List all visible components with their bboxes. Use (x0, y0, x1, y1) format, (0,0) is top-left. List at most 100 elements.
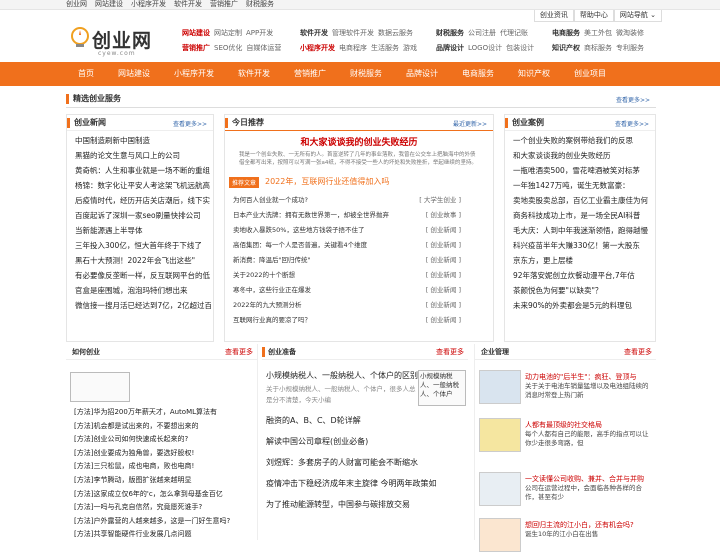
corp-item-title[interactable]: 一文读懂公司收购、兼并、合并与并购 (525, 474, 650, 484)
nav-game[interactable]: 游戏 (403, 41, 417, 56)
prep-item[interactable]: 融资的A、B、C、D轮详解 (266, 415, 361, 426)
list-item[interactable]: [方法]三只松鼠，成也电商，败也电商! (74, 460, 254, 474)
list-item[interactable]: 茶颜悦色为何要"以缺卖"？ (513, 283, 653, 298)
main-nav-home[interactable]: 首页 (66, 62, 106, 86)
nav-finance[interactable]: 财税服务 (436, 26, 464, 41)
corp-thumb-2[interactable] (479, 418, 521, 452)
main-nav-marketing[interactable]: 营销推广 (282, 62, 338, 86)
nav-miniapp[interactable]: 小程序开发 (300, 41, 335, 56)
list-item[interactable]: 想回归主流的江小白，还有机会吗? 诞生10年的江小白在出售 (525, 520, 650, 539)
prep-item[interactable]: 解读中国公司章程(创业必备) (266, 436, 368, 447)
howto-image[interactable] (70, 372, 130, 402)
nav-seo[interactable]: SEO优化 (214, 41, 242, 56)
list-item[interactable]: 官盒是座围城，泡泡玛特们想出来 (75, 283, 211, 298)
list-item[interactable]: 动力电池的"后半生"：疯狂、登顶与 关于关于电池车销量猛增以及电池组陆续的消息时… (525, 372, 650, 400)
recommend-more-link[interactable]: 最近更新>> (453, 119, 487, 128)
top-link-sitemap[interactable]: 网站导航 ⌄ (613, 10, 662, 22)
list-item[interactable]: [方法]创业要成为独角兽，要选好股权! (74, 447, 254, 461)
prep-headline[interactable]: 小规模纳税人、一般纳税人、个体户的区别 (266, 370, 421, 381)
list-item[interactable]: 92年落安妮创立炊餐动漫平台,7年估 (513, 268, 653, 283)
top-link-home[interactable]: 创业网 (66, 0, 87, 9)
top-link-software[interactable]: 软件开发 (174, 0, 202, 9)
item-category[interactable]: [ 创业新闻 ] (426, 298, 461, 313)
list-item[interactable]: 未来90%的外卖都会是5元的料理包 (513, 298, 653, 313)
list-item[interactable]: 和大家谈谈我的创业失败经历 (513, 148, 653, 163)
nav-art-outsource[interactable]: 美工外包 (584, 26, 612, 41)
list-item[interactable]: 日本产业大洗牌：拥有无数世界第一，却被全世界抛弃 [ 创业故事 ] (233, 208, 461, 223)
nav-bookkeeping[interactable]: 代理记账 (500, 26, 528, 41)
list-item[interactable]: 黄奇帆：人生和事业就是一场不断的重组 (75, 163, 211, 178)
list-item[interactable]: [方法]一吗与孔克自信然，究竟愿死谁手? (74, 501, 254, 515)
nav-ip[interactable]: 知识产权 (552, 41, 580, 56)
top-link-website[interactable]: 网站建设 (95, 0, 123, 9)
prep-item[interactable]: 刘煜辉：多套房子的人财富可能会不断缩水 (266, 457, 418, 468)
item-category[interactable]: [ 创业新闻 ] (426, 223, 461, 238)
nav-marketing[interactable]: 营销推广 (182, 41, 210, 56)
list-item[interactable]: 科兴疫苗半年大赚330亿！第一大股东 (513, 238, 653, 253)
nav-company-reg[interactable]: 公司注册 (468, 26, 496, 41)
corp-item-title[interactable]: 想回归主流的江小白，还有机会吗? (525, 520, 650, 530)
list-item[interactable]: 百度起诉了深圳一家seo刷量快排公司 (75, 208, 211, 223)
prep-more-link[interactable]: 查看更多 (436, 347, 464, 357)
item-category[interactable]: [ 创业新闻 ] (426, 238, 461, 253)
main-nav-miniapp[interactable]: 小程序开发 (162, 62, 226, 86)
list-item[interactable]: 有必要像反垄断一样，反互联网平台的低 (75, 268, 211, 283)
main-nav-projects[interactable]: 创业项目 (562, 62, 618, 86)
nav-trademark[interactable]: 商标服务 (584, 41, 612, 56)
list-item[interactable]: [方法]创业公司如何快速成长起来的? (74, 433, 254, 447)
list-item[interactable]: 黑石十大预测！2022年会飞出这些" (75, 253, 211, 268)
list-item[interactable]: 京东方，更上层楼 (513, 253, 653, 268)
nav-ecom-app[interactable]: 电商程序 (339, 41, 367, 56)
howto-more-link[interactable]: 查看更多 (225, 347, 253, 357)
item-category[interactable]: [ 创业故事 ] (426, 208, 461, 223)
corp-thumb-1[interactable] (479, 370, 521, 404)
list-item[interactable]: 中国制造刷新中国制造 (75, 133, 211, 148)
nav-shop-decor[interactable]: 微淘装修 (616, 26, 644, 41)
list-item[interactable]: 微信接一搜月活已经达到7亿，2亿超过百 (75, 298, 211, 313)
news-more-link[interactable]: 查看更多>> (173, 119, 207, 128)
main-nav-ecommerce[interactable]: 电商服务 (450, 62, 506, 86)
list-item[interactable]: 商务科技成功上市，是一场全民AI科普 (513, 208, 653, 223)
main-nav-brand[interactable]: 品牌设计 (394, 62, 450, 86)
top-link-help[interactable]: 帮助中心 (573, 10, 614, 22)
corp-item-title[interactable]: 人都有最顶级的社交格局 (525, 420, 650, 430)
prep-item[interactable]: 为了推动能源转型，中国参与碳排放交易 (266, 499, 410, 510)
nav-package-design[interactable]: 包装设计 (506, 41, 534, 56)
item-category[interactable]: [ 创业新闻 ] (426, 313, 461, 328)
list-item[interactable]: [方法]机会都是试出来的，不要想出来的 (74, 420, 254, 434)
recommend-headline[interactable]: 和大家谈谈我的创业失败经历 (225, 135, 493, 148)
prep-item[interactable]: 疫情冲击下稳经济成年末主旋律 今明两年政策如 (266, 478, 466, 489)
top-link-marketing[interactable]: 营销推广 (210, 0, 238, 9)
list-item[interactable]: 毛大庆：人到中年我迷渐领悟，跑得越慢 (513, 223, 653, 238)
list-item[interactable]: [方法]户外露营的人越来越多，这是一门好生意吗? (74, 515, 254, 529)
corp-thumb-4[interactable] (479, 518, 521, 552)
nav-ecommerce[interactable]: 电商服务 (552, 26, 580, 41)
corp-more-link[interactable]: 查看更多 (624, 347, 652, 357)
list-item[interactable]: 杨锦：数字化让平安人考这架飞机远航高 (75, 178, 211, 193)
nav-media[interactable]: 自媒体运营 (246, 41, 281, 56)
main-nav-ip[interactable]: 知识产权 (506, 62, 562, 86)
top-link-miniapp[interactable]: 小程序开发 (131, 0, 166, 9)
top-link-news[interactable]: 创业资讯 (533, 10, 574, 22)
list-item[interactable]: 新消费：降温后"回归传统" [ 创业新闻 ] (233, 253, 461, 268)
list-item[interactable]: 后疫情时代，经历开店关店潮后，线下实 (75, 193, 211, 208)
list-item[interactable]: 2022年的九大预测分析 [ 创业新闻 ] (233, 298, 461, 313)
featured-more-link[interactable]: 查看更多>> (616, 95, 650, 104)
nav-software[interactable]: 软件开发 (300, 26, 328, 41)
list-item[interactable]: 三年投入300亿，恒大首年终于下线了 (75, 238, 211, 253)
list-item[interactable]: [方法]华为招200万年薪天才，AutoML算法有 (74, 406, 254, 420)
list-item[interactable]: 卖地卖股卖总部，百亿工业霸主康佳为何 (513, 193, 653, 208)
list-item[interactable]: 一瓶唯酒卖500，雪花啤酒被笑对标茅 (513, 163, 653, 178)
list-item[interactable]: 当新能源遇上半导体 (75, 223, 211, 238)
list-item[interactable]: 人都有最顶级的社交格局 每个人都有自己的能限，高手的指点可以让你少走很多弯路，但 (525, 420, 650, 448)
list-item[interactable]: 一个创业失败的案例带给我们的反思 (513, 133, 653, 148)
cases-more-link[interactable]: 查看更多>> (615, 119, 649, 128)
main-nav-software[interactable]: 软件开发 (226, 62, 282, 86)
nav-website-custom[interactable]: 网站定制 (214, 26, 242, 41)
main-nav-website[interactable]: 网站建设 (106, 62, 162, 86)
item-category[interactable]: [ 创业新闻 ] (426, 268, 461, 283)
top-link-finance[interactable]: 财税服务 (246, 0, 274, 9)
nav-cloud[interactable]: 数据云服务 (378, 26, 413, 41)
list-item[interactable]: 一文读懂公司收购、兼并、合并与并购 公司在运营过程中，会面临各种各样的合作，甚至… (525, 474, 650, 502)
list-item[interactable]: 关于2022的十个断想 [ 创业新闻 ] (233, 268, 461, 283)
